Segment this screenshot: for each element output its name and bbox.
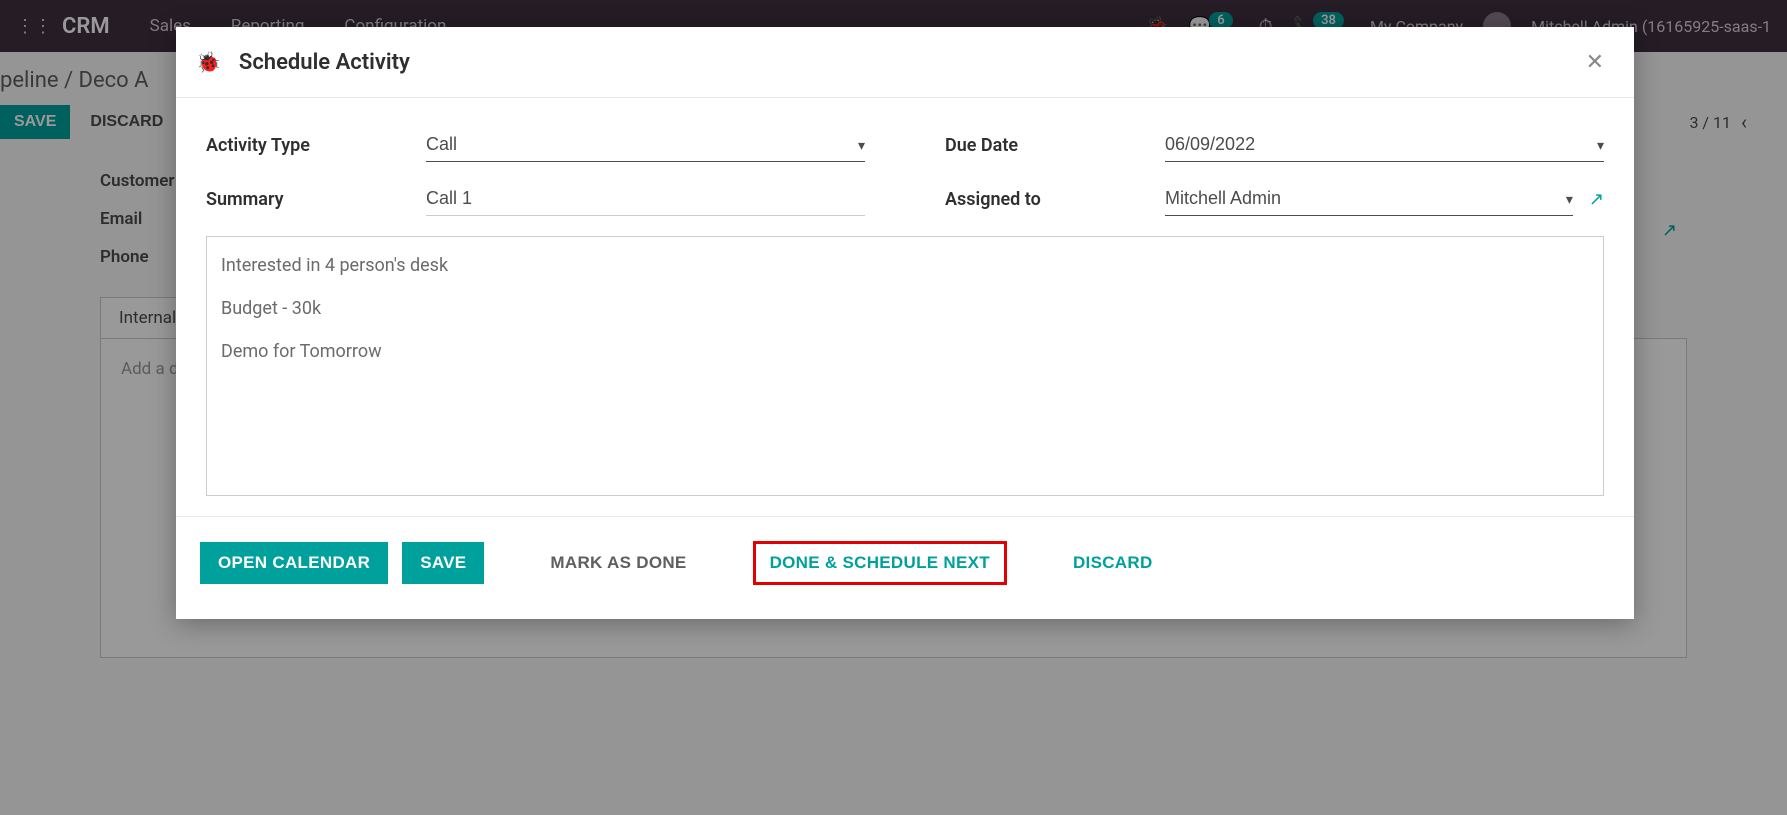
mark-as-done-button[interactable]: MARK AS DONE bbox=[532, 542, 704, 584]
bug-icon[interactable]: 🐞 bbox=[196, 50, 221, 74]
due-date-label: Due Date bbox=[945, 135, 1165, 156]
schedule-activity-modal: 🐞 Schedule Activity ✕ Activity Type ▾ Du… bbox=[176, 27, 1634, 619]
notes-line: Interested in 4 person's desk bbox=[221, 255, 1589, 276]
notes-line: Budget - 30k bbox=[221, 298, 1589, 319]
save-button[interactable]: SAVE bbox=[402, 542, 484, 584]
notes-line: Demo for Tomorrow bbox=[221, 341, 1589, 362]
due-date-input[interactable] bbox=[1165, 128, 1604, 162]
discard-button[interactable]: DISCARD bbox=[1055, 542, 1171, 584]
activity-type-label: Activity Type bbox=[206, 135, 426, 156]
summary-input[interactable] bbox=[426, 182, 865, 216]
open-calendar-button[interactable]: OPEN CALENDAR bbox=[200, 542, 388, 584]
activity-type-select[interactable] bbox=[426, 128, 865, 162]
close-button[interactable]: ✕ bbox=[1586, 49, 1604, 75]
notes-textarea[interactable]: Interested in 4 person's desk Budget - 3… bbox=[206, 236, 1604, 496]
done-schedule-next-button[interactable]: DONE & SCHEDULE NEXT bbox=[753, 541, 1007, 585]
external-link-icon[interactable]: ↗ bbox=[1589, 189, 1604, 210]
modal-title: Schedule Activity bbox=[239, 50, 410, 75]
assigned-to-select[interactable] bbox=[1165, 182, 1573, 216]
summary-label: Summary bbox=[206, 189, 426, 210]
assigned-label: Assigned to bbox=[945, 189, 1165, 210]
